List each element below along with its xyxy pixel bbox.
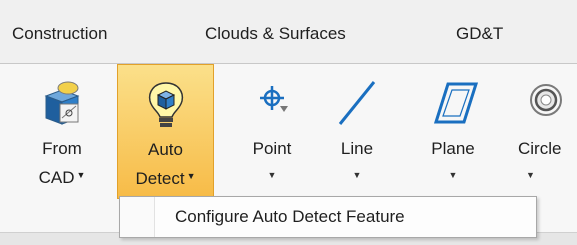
plane-button[interactable]: Plane ▼ — [410, 64, 496, 204]
lightbulb-cube-icon — [118, 79, 213, 129]
tab-clouds-surfaces[interactable]: Clouds & Surfaces — [205, 24, 346, 44]
dropdown-caret-icon: ▼ — [352, 170, 362, 180]
line-label: Line — [340, 139, 374, 158]
tab-construction[interactable]: Construction — [12, 24, 107, 44]
from-cad-button[interactable]: From CAD ▼ — [22, 64, 102, 204]
plane-label: Plane — [431, 139, 475, 158]
dropdown-caret-icon: ▼ — [448, 170, 458, 180]
circle-label: Circle — [518, 139, 562, 158]
auto-detect-dropdown-menu: Configure Auto Detect Feature — [119, 196, 537, 238]
plane-icon — [410, 78, 496, 128]
point-label: Point — [252, 139, 292, 158]
menu-item-label: Configure Auto Detect Feature — [175, 207, 405, 226]
from-cad-label-line2: CAD ▼ — [38, 168, 86, 187]
ribbon-tab-bar: Construction Clouds & Surfaces GD&T — [0, 0, 577, 64]
menu-icon-gutter — [120, 197, 155, 237]
dropdown-caret-icon: ▼ — [526, 170, 535, 180]
from-cad-label-line1: From — [42, 139, 82, 158]
cad-cube-icon — [22, 78, 102, 128]
menu-item-configure-auto-detect[interactable]: Configure Auto Detect Feature — [154, 197, 536, 237]
dropdown-caret-icon: ▼ — [267, 170, 277, 180]
circle-button[interactable]: Circle ▼ — [506, 64, 577, 204]
auto-detect-label-line2: Detect ▼ — [135, 169, 196, 188]
point-button[interactable]: Point ▼ — [232, 64, 312, 204]
tab-gdt[interactable]: GD&T — [456, 24, 503, 44]
point-crosshair-icon — [232, 78, 312, 128]
auto-detect-button[interactable]: Auto Detect ▼ — [117, 64, 214, 199]
line-icon — [322, 78, 392, 128]
dropdown-caret-icon: ▼ — [76, 170, 86, 180]
dropdown-caret-icon: ▼ — [186, 171, 196, 181]
circle-icon — [506, 78, 577, 128]
auto-detect-label-line1: Auto — [148, 140, 183, 159]
line-button[interactable]: Line ▼ — [322, 64, 392, 204]
